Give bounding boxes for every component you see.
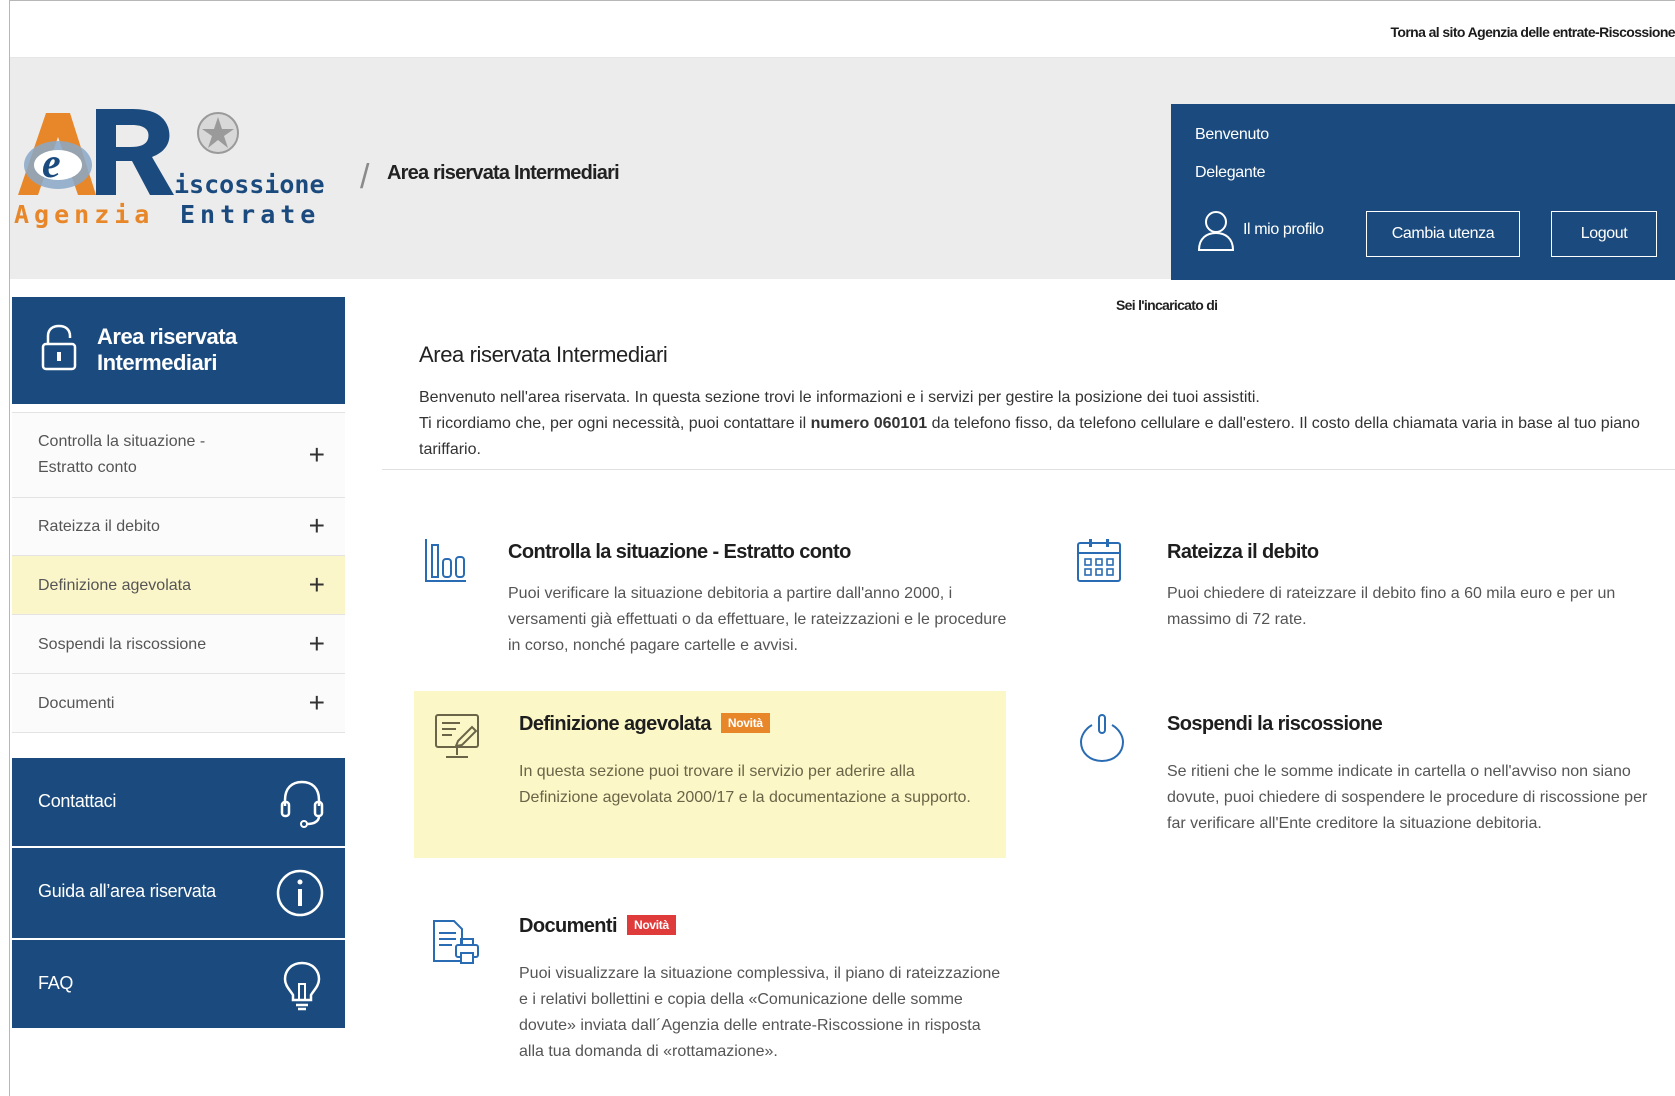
card-title[interactable]: Rateizza il debito [1167,541,1319,564]
sidebar-item-label: Sospendi la riscossione [38,636,207,653]
faq-label: FAQ [38,973,74,993]
svg-text:iscossione: iscossione [174,170,325,199]
card-title[interactable]: Controlla la situazione - Estratto conto [508,541,851,564]
svg-text:e: e [42,141,61,187]
card-title[interactable]: Documenti Novità [519,915,676,938]
svg-text:Entrate: Entrate [180,200,320,229]
expand-icon[interactable]: + [309,630,325,658]
card-title[interactable]: Definizione agevolata Novità [519,713,770,736]
agenzia-logo[interactable]: e iscossione Agenzia Entrate [12,103,342,233]
sidebar-item-estratto-conto[interactable]: Controlla la situazione - Estratto conto… [12,412,345,498]
sidebar-item-definizione-agevolata[interactable]: Definizione agevolata + [12,556,345,615]
top-strip: Torna al sito Agenzia delle entrate-Risc… [10,1,1675,58]
user-panel: Benvenuto Delegante Il mio profilo Cambi… [1171,104,1675,280]
divider [382,469,1675,470]
expand-icon[interactable]: + [309,512,325,540]
headset-icon [280,780,324,828]
profile-link[interactable]: Il mio profilo [1195,208,1324,252]
faq-button[interactable]: FAQ [12,940,345,1030]
app-frame: Torna al sito Agenzia delle entrate-Risc… [9,0,1675,1096]
back-to-site-link[interactable]: Torna al sito Agenzia delle entrate-Risc… [1390,24,1675,40]
profile-label: Il mio profilo [1243,221,1324,238]
card-text: Se ritieni che le somme indicate in cart… [1167,763,1648,832]
logout-button[interactable]: Logout [1551,211,1657,257]
card-text: Puoi visualizzare la situazione compless… [519,965,1001,1060]
change-user-button[interactable]: Cambia utenza [1366,211,1520,257]
page-title: Area riservata Intermediari [419,342,668,367]
info-icon [276,869,324,917]
edit-screen-icon [435,714,479,758]
expand-icon[interactable]: + [309,571,325,599]
sidebar-header: Area riservata Intermediari [12,297,345,404]
sidebar: Area riservata Intermediari Controlla la… [12,297,345,1030]
contact-label: Contattaci [38,791,117,811]
intro-text: Benvenuto nell'area riservata. In questa… [419,385,1659,463]
card-text: Puoi verificare la situazione debitoria … [508,585,1007,654]
sidebar-item-documenti[interactable]: Documenti + [12,674,345,733]
card-definizione-agevolata[interactable]: Definizione agevolata Novità In questa se… [414,691,1006,858]
expand-icon[interactable]: + [309,689,325,717]
sidebar-item-sospendi[interactable]: Sospendi la riscossione + [12,615,345,674]
breadcrumb-separator: / [360,158,370,196]
chart-icon [425,539,466,582]
site-header: e iscossione Agenzia Entrate / Area rise… [10,58,1675,280]
card-documenti[interactable]: Documenti Novità Puoi visualizzare la sit… [414,891,1014,1091]
card-estratto-conto[interactable]: Controlla la situazione - Estratto conto… [410,521,1030,661]
welcome-text: Benvenuto [1195,126,1269,143]
phone-number: numero 060101 [810,415,928,432]
guide-label: Guida all’area riservata [38,881,216,901]
user-icon [1197,211,1235,251]
sidebar-item-label: Documenti [38,695,115,712]
documents-icon [433,920,479,964]
card-rateizza[interactable]: Rateizza il debito Puoi chiedere di rate… [1056,521,1656,631]
delegate-note: Sei l'incaricato di [1116,297,1218,313]
card-text: Puoi chiedere di rateizzare il debito fi… [1167,585,1616,628]
expand-icon[interactable]: + [309,441,325,469]
sidebar-title: Area riservata Intermediari [97,324,237,375]
power-icon [1079,714,1125,763]
contact-button[interactable]: Contattaci [12,758,345,848]
lightbulb-icon [283,961,321,1011]
lock-icon [41,324,77,371]
new-badge: Novità [720,713,770,733]
intro-line-2: Ti ricordiamo che, per ogni necessità, p… [419,415,1640,458]
sidebar-item-label: Rateizza il debito [38,518,160,535]
svg-text:Agenzia: Agenzia [14,200,154,229]
intro-line-1: Benvenuto nell'area riservata. In questa… [419,389,1260,406]
card-title[interactable]: Sospendi la riscossione [1167,713,1383,736]
calendar-icon [1077,539,1121,582]
breadcrumb-title: Area riservata Intermediari [387,162,620,184]
sidebar-item-rateizza[interactable]: Rateizza il debito + [12,498,345,556]
sidebar-item-label: Definizione agevolata [38,577,191,594]
new-badge: Novità [626,915,676,935]
card-sospendi[interactable]: Sospendi la riscossione Se ritieni che l… [1056,691,1666,861]
user-role: Delegante [1195,164,1266,181]
card-text: In questa sezione puoi trovare il serviz… [519,763,971,806]
guide-button[interactable]: Guida all’area riservata [12,848,345,940]
sidebar-item-label: Controlla la situazione - Estratto conto [38,433,206,476]
